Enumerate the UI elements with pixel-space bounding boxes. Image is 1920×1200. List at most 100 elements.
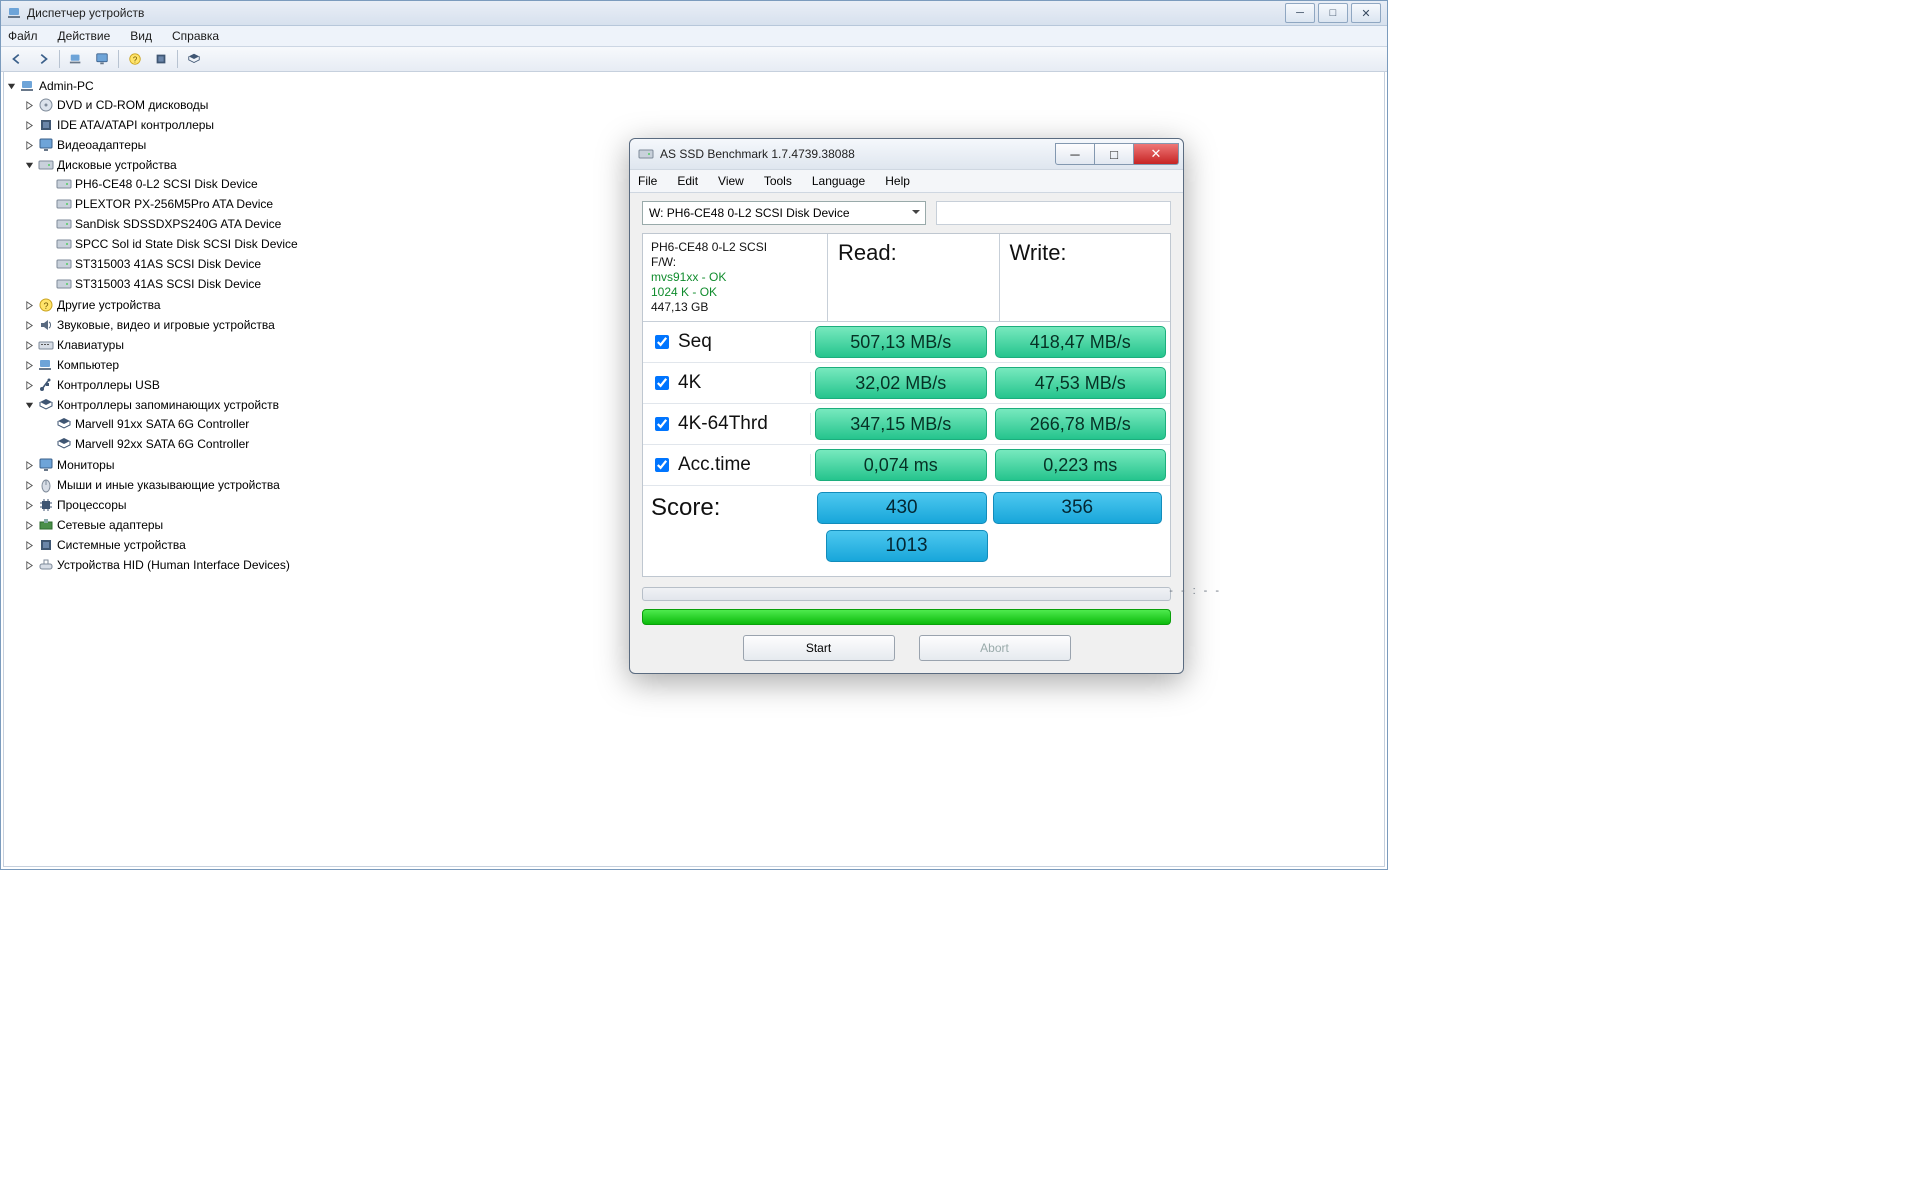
tb-scan-button[interactable] xyxy=(149,48,173,70)
category-icon xyxy=(38,557,54,573)
category-icon xyxy=(38,377,54,393)
seq-write: 418,47 MB/s xyxy=(995,326,1167,358)
category-icon xyxy=(38,537,54,553)
disclosure-triangle-icon[interactable] xyxy=(24,100,35,111)
dm-menubar: Файл Действие Вид Справка xyxy=(1,26,1387,47)
dm-menu-view[interactable]: Вид xyxy=(127,28,155,44)
device-icon xyxy=(56,176,72,192)
disclosure-triangle-icon[interactable] xyxy=(24,340,35,351)
disclosure-triangle-icon[interactable] xyxy=(24,500,35,511)
disclosure-triangle-icon[interactable] xyxy=(24,520,35,531)
disclosure-triangle-icon[interactable] xyxy=(24,380,35,391)
dm-menu-help[interactable]: Справка xyxy=(169,28,222,44)
4k-read: 32,02 MB/s xyxy=(815,367,987,399)
tb-up-button[interactable] xyxy=(64,48,88,70)
category-icon xyxy=(38,137,54,153)
dm-title-text: Диспетчер устройств xyxy=(27,6,144,20)
as-ssd-window: AS SSD Benchmark 1.7.4739.38088 ─ □ ✕ Fi… xyxy=(629,138,1184,674)
disclosure-triangle-icon[interactable] xyxy=(24,120,35,131)
row-4k64: 4K-64Thrd 347,15 MB/s 266,78 MB/s xyxy=(643,404,1170,445)
read-col-header: Read: xyxy=(828,234,1000,321)
disclosure-triangle-icon[interactable] xyxy=(24,400,35,411)
chk-4k64[interactable] xyxy=(655,417,669,431)
as-close-button[interactable]: ✕ xyxy=(1134,143,1179,165)
dm-app-icon xyxy=(7,5,23,21)
as-menu-tools[interactable]: Tools xyxy=(764,174,792,188)
disclosure-triangle-icon[interactable] xyxy=(24,540,35,551)
tb-back-button[interactable] xyxy=(5,48,29,70)
disclosure-triangle-icon[interactable] xyxy=(24,480,35,491)
dm-minimize-button[interactable]: ─ xyxy=(1285,3,1315,23)
as-menu-view[interactable]: View xyxy=(718,174,744,188)
as-results-grid: PH6-CE48 0-L2 SCSI F/W: mvs91xx - OK 102… xyxy=(642,233,1171,577)
as-note-input[interactable] xyxy=(936,201,1171,225)
disclosure-triangle-icon[interactable] xyxy=(24,360,35,371)
start-button[interactable]: Start xyxy=(743,635,895,661)
disclosure-triangle-icon[interactable] xyxy=(24,460,35,471)
dm-titlebar[interactable]: Диспетчер устройств ─ □ ✕ xyxy=(1,1,1387,26)
as-menu-lang[interactable]: Language xyxy=(812,174,865,188)
device-icon xyxy=(56,236,72,252)
device-icon xyxy=(56,276,72,292)
device-icon xyxy=(56,416,72,432)
score-read: 430 xyxy=(817,492,987,524)
dm-maximize-button[interactable]: □ xyxy=(1318,3,1348,23)
chk-seq[interactable] xyxy=(655,335,669,349)
as-app-icon xyxy=(638,146,654,162)
tree-category[interactable]: IDE ATA/ATAPI контроллеры xyxy=(24,116,1384,134)
as-menu-help[interactable]: Help xyxy=(885,174,910,188)
disclosure-triangle-icon[interactable] xyxy=(24,560,35,571)
as-maximize-button[interactable]: □ xyxy=(1095,143,1134,165)
dm-toolbar xyxy=(1,47,1387,72)
tb-help-button[interactable] xyxy=(123,48,147,70)
as-menu-edit[interactable]: Edit xyxy=(677,174,698,188)
as-device-info: PH6-CE48 0-L2 SCSI F/W: mvs91xx - OK 102… xyxy=(643,234,828,321)
score-total: 1013 xyxy=(826,530,988,562)
as-menubar: File Edit View Tools Language Help xyxy=(630,169,1183,193)
tb-view-button[interactable] xyxy=(90,48,114,70)
disclosure-triangle-icon[interactable] xyxy=(24,320,35,331)
tb-refresh-button[interactable] xyxy=(182,48,206,70)
4k64-write: 266,78 MB/s xyxy=(995,408,1167,440)
category-icon xyxy=(38,497,54,513)
disclosure-triangle-icon[interactable] xyxy=(24,300,35,311)
device-icon xyxy=(56,216,72,232)
disclosure-triangle-icon[interactable] xyxy=(6,81,17,92)
category-icon xyxy=(38,477,54,493)
dm-menu-file[interactable]: Файл xyxy=(5,28,41,44)
as-device-select[interactable]: W: PH6-CE48 0-L2 SCSI Disk Device xyxy=(642,201,926,225)
category-icon xyxy=(38,97,54,113)
category-icon xyxy=(38,297,54,313)
row-4k: 4K 32,02 MB/s 47,53 MB/s xyxy=(643,363,1170,404)
dm-close-button[interactable]: ✕ xyxy=(1351,3,1381,23)
computer-icon xyxy=(20,78,36,94)
category-icon xyxy=(38,457,54,473)
disclosure-triangle-icon[interactable] xyxy=(24,140,35,151)
device-icon xyxy=(56,436,72,452)
abort-button[interactable]: Abort xyxy=(919,635,1071,661)
tree-root-node[interactable]: Admin-PC xyxy=(6,77,1384,95)
chk-acc[interactable] xyxy=(655,458,669,472)
score-write: 356 xyxy=(993,492,1163,524)
device-icon xyxy=(56,256,72,272)
chk-4k[interactable] xyxy=(655,376,669,390)
as-titlebar[interactable]: AS SSD Benchmark 1.7.4739.38088 ─ □ ✕ xyxy=(630,139,1183,169)
disclosure-triangle-icon[interactable] xyxy=(24,160,35,171)
as-title-text: AS SSD Benchmark 1.7.4739.38088 xyxy=(660,147,855,161)
4k64-read: 347,15 MB/s xyxy=(815,408,987,440)
category-icon xyxy=(38,317,54,333)
as-menu-file[interactable]: File xyxy=(638,174,657,188)
row-acc: Acc.time 0,074 ms 0,223 ms xyxy=(643,445,1170,486)
tb-fwd-button[interactable] xyxy=(31,48,55,70)
4k-write: 47,53 MB/s xyxy=(995,367,1167,399)
category-icon xyxy=(38,517,54,533)
device-icon xyxy=(56,196,72,212)
category-icon xyxy=(38,117,54,133)
score-label: Score: xyxy=(651,494,811,522)
dm-menu-action[interactable]: Действие xyxy=(55,28,114,44)
as-minimize-button[interactable]: ─ xyxy=(1055,143,1095,165)
acc-write: 0,223 ms xyxy=(995,449,1167,481)
row-seq: Seq 507,13 MB/s 418,47 MB/s xyxy=(643,322,1170,363)
progress-bar-lower xyxy=(642,609,1171,625)
tree-category[interactable]: DVD и CD-ROM дисководы xyxy=(24,96,1384,114)
